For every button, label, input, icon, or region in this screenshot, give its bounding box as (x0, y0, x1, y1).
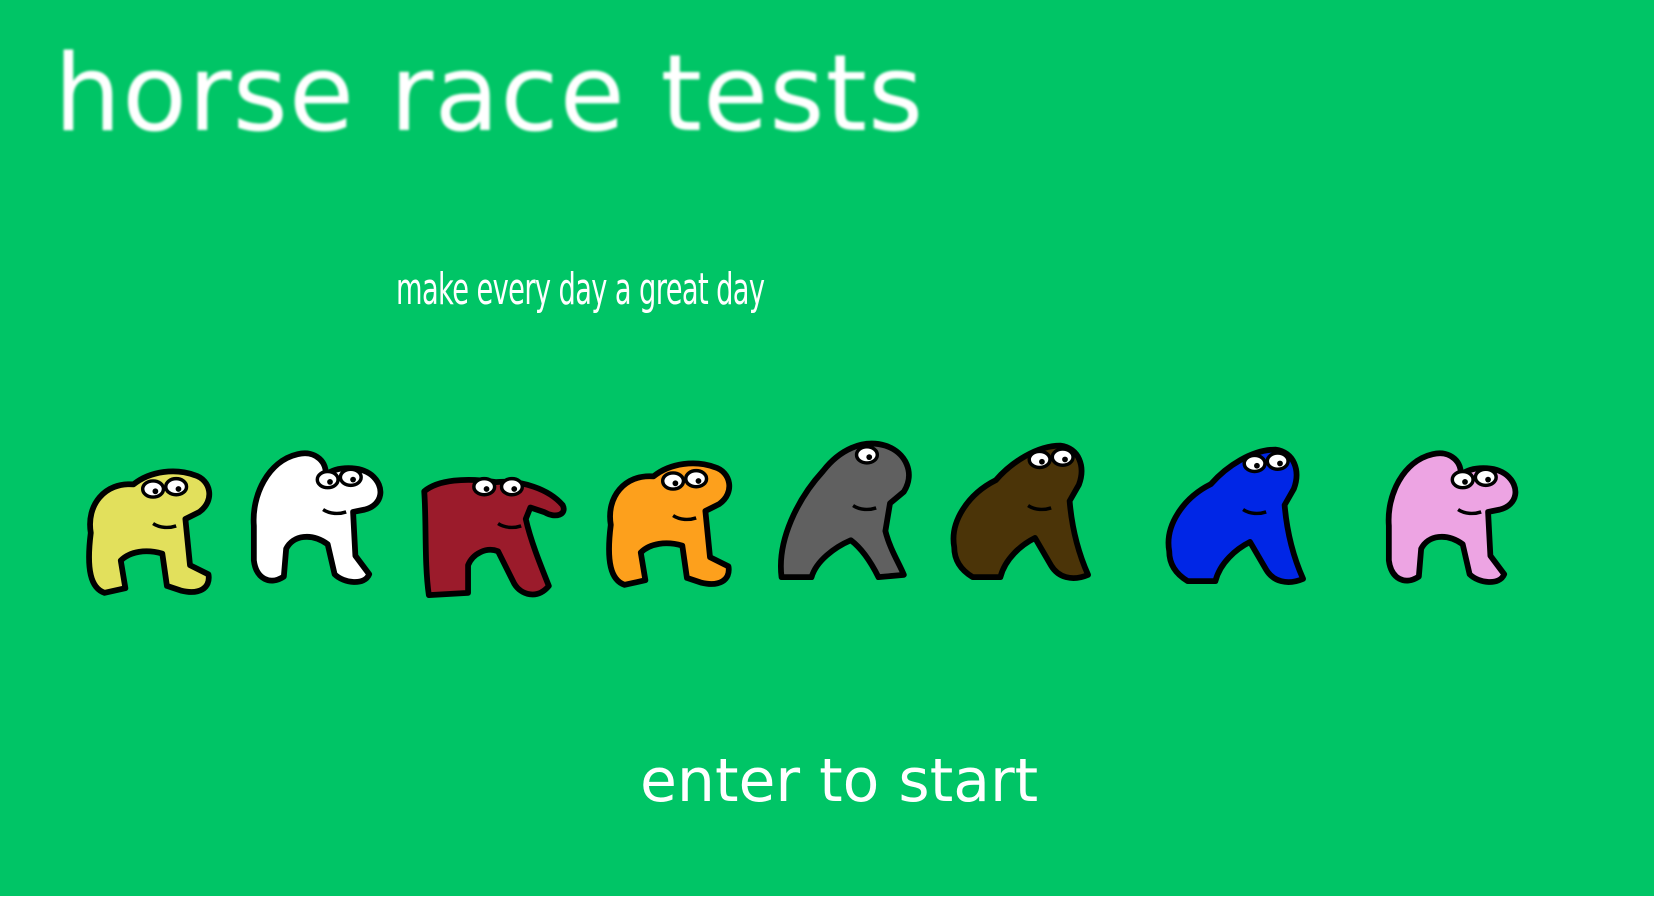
white-horse-pupil (327, 479, 333, 485)
horse-lineup (0, 430, 1662, 610)
pink-horse-sprite (1385, 450, 1519, 585)
yellow-horse-pupil (175, 486, 182, 492)
red-horse-pupil (483, 486, 490, 492)
orange-horse-pupil (672, 480, 679, 487)
red-horse-body (421, 476, 567, 599)
blue-horse-sprite (1165, 446, 1306, 585)
blue-horse-pupil (1254, 462, 1260, 469)
red-horse-sprite (421, 476, 567, 599)
white-horse-sprite (250, 450, 384, 585)
yellow-horse-sprite (86, 468, 213, 596)
blue-horse-pupil (1277, 460, 1283, 467)
white-horse (240, 430, 390, 610)
right-border (1654, 0, 1662, 905)
pink-horse-eye (1450, 469, 1475, 490)
brown-horse (945, 426, 1095, 606)
orange-horse-sprite (606, 460, 733, 588)
yellow-horse-eye (140, 479, 166, 499)
red-horse-eye (472, 476, 497, 497)
brown-horse-pupil (1039, 458, 1045, 465)
gray-horse-pupil (866, 454, 873, 461)
gray-horse-eye (854, 445, 880, 465)
yellow-horse (70, 444, 220, 624)
pink-horse (1375, 430, 1525, 610)
gray-horse-body (778, 440, 912, 581)
pink-horse-eye (1473, 467, 1498, 488)
white-horse-pupil (350, 476, 356, 483)
orange-horse-eye (660, 471, 686, 491)
tagline: make every day a great day (396, 264, 765, 315)
title-screen: horse race tests make every day a great … (0, 0, 1662, 905)
brown-horse-sprite (950, 442, 1091, 581)
brown-horse-eye (1027, 449, 1052, 470)
yellow-horse-pupil (152, 488, 159, 495)
orange-horse-eye (684, 468, 709, 489)
brown-horse-eye (1050, 447, 1075, 467)
blue-horse-eye (1242, 453, 1267, 474)
game-title: horse race tests (54, 32, 925, 155)
blue-horse (1160, 430, 1310, 610)
pink-horse-pupil (1485, 476, 1491, 483)
yellow-horse-eye (164, 476, 189, 497)
red-horse-eye (499, 476, 525, 497)
red-horse-pupil (511, 486, 518, 492)
bottom-border (0, 896, 1662, 905)
brown-horse-pupil (1062, 456, 1068, 463)
gray-horse-sprite (778, 440, 912, 581)
pink-horse-pupil (1462, 479, 1468, 485)
white-horse-eye (338, 467, 363, 488)
start-prompt[interactable]: enter to start (640, 745, 1038, 817)
red-horse (415, 444, 567, 624)
orange-horse (590, 436, 740, 616)
blue-horse-eye (1265, 451, 1290, 471)
gray-horse (770, 426, 920, 606)
white-horse-eye (315, 469, 340, 490)
orange-horse-pupil (695, 478, 702, 484)
